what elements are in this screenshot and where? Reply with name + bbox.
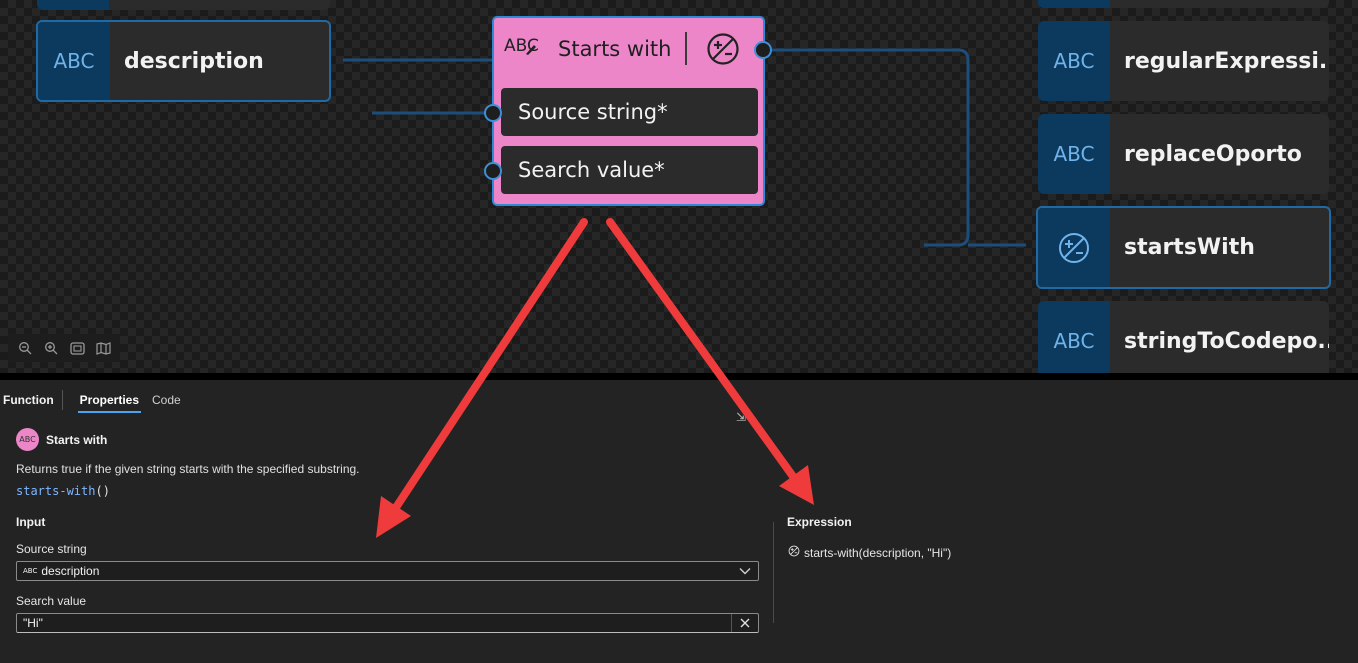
- target-node-label: stringToCodepo...: [1124, 328, 1329, 354]
- section-divider: [773, 522, 774, 623]
- function-summary: ABC Starts with: [16, 428, 107, 451]
- target-node-replace-oporto[interactable]: ABC replaceOporto: [1038, 114, 1329, 194]
- target-node-regular-expression[interactable]: ABC regularExpressi...: [1038, 21, 1329, 101]
- function-node-title: Starts with: [558, 37, 672, 61]
- chevron-down-icon[interactable]: [738, 564, 752, 578]
- function-node-starts-with[interactable]: ABC Starts with Source string* Search va…: [492, 16, 765, 206]
- function-input-source-string[interactable]: Source string*: [501, 88, 758, 136]
- expression-row: starts-with(description, "Hi"): [788, 545, 951, 560]
- clear-icon[interactable]: [731, 614, 758, 632]
- expression-value: starts-with(description, "Hi"): [804, 545, 952, 560]
- abc-icon: ABC: [1038, 301, 1110, 373]
- target-node-label: regularExpressi...: [1124, 48, 1329, 74]
- target-node-string-to-codepoints[interactable]: ABC stringToCodepo...: [1038, 301, 1329, 373]
- source-node-label: description: [124, 48, 264, 74]
- source-string-value: description: [41, 564, 100, 578]
- resize-cursor-icon: ⇲: [736, 410, 747, 424]
- search-value-input[interactable]: "Hi": [16, 613, 759, 633]
- boolean-icon: [1038, 208, 1110, 287]
- expression-section-title: Expression: [787, 515, 852, 529]
- abc-icon: ABC: [38, 22, 110, 100]
- tab-properties[interactable]: Properties: [77, 390, 142, 413]
- input-port-search-value[interactable]: [484, 162, 502, 180]
- abc-icon: [37, 0, 109, 10]
- header-divider: [685, 32, 687, 65]
- function-input-search-value[interactable]: Search value*: [501, 146, 758, 194]
- panel-tabbar: Function Properties Code: [0, 390, 181, 413]
- abc-icon: [1038, 0, 1110, 8]
- source-node-description[interactable]: ABC description: [36, 20, 331, 102]
- source-node-partial[interactable]: [37, 0, 330, 10]
- source-string-label: Source string: [16, 542, 87, 556]
- panel-header: Function: [0, 390, 63, 410]
- output-port[interactable]: [754, 41, 772, 59]
- zoom-in-icon[interactable]: [40, 337, 62, 359]
- function-code-name: starts-with(): [16, 484, 110, 498]
- input-section-title: Input: [16, 515, 46, 529]
- target-node-label: startsWith: [1124, 235, 1255, 260]
- abc-icon: ABC: [1038, 114, 1110, 194]
- fit-view-icon[interactable]: [66, 337, 88, 359]
- target-node-partial[interactable]: [1038, 0, 1329, 8]
- abc-icon: ABC: [1038, 21, 1110, 101]
- abc-pen-icon: ABC: [504, 36, 539, 56]
- minimap-icon[interactable]: [92, 337, 114, 359]
- panel-splitter[interactable]: [0, 373, 1358, 380]
- search-value-text: "Hi": [23, 616, 43, 630]
- function-name: Starts with: [46, 432, 108, 447]
- tab-code[interactable]: Code: [152, 390, 181, 410]
- target-node-starts-with[interactable]: startsWith: [1036, 206, 1331, 289]
- function-properties-panel: Function Properties Code ⇲ ABC Starts wi…: [0, 380, 1358, 663]
- abc-icon: ABC: [23, 567, 38, 575]
- zoom-toolbar: [8, 334, 120, 362]
- function-category-icon: ABC: [16, 428, 39, 451]
- mapper-canvas[interactable]: ABC description ABC Starts with Source s…: [0, 0, 1358, 373]
- function-node-header[interactable]: ABC Starts with: [494, 18, 763, 82]
- target-node-label: replaceOporto: [1124, 141, 1302, 167]
- zoom-out-icon[interactable]: [14, 337, 36, 359]
- boolean-icon: [788, 545, 800, 560]
- input-port-source-string[interactable]: [484, 104, 502, 122]
- function-description: Returns true if the given string starts …: [16, 462, 360, 476]
- search-value-label: Search value: [16, 594, 87, 608]
- source-string-dropdown[interactable]: ABC description: [16, 561, 759, 581]
- boolean-icon: [706, 32, 740, 71]
